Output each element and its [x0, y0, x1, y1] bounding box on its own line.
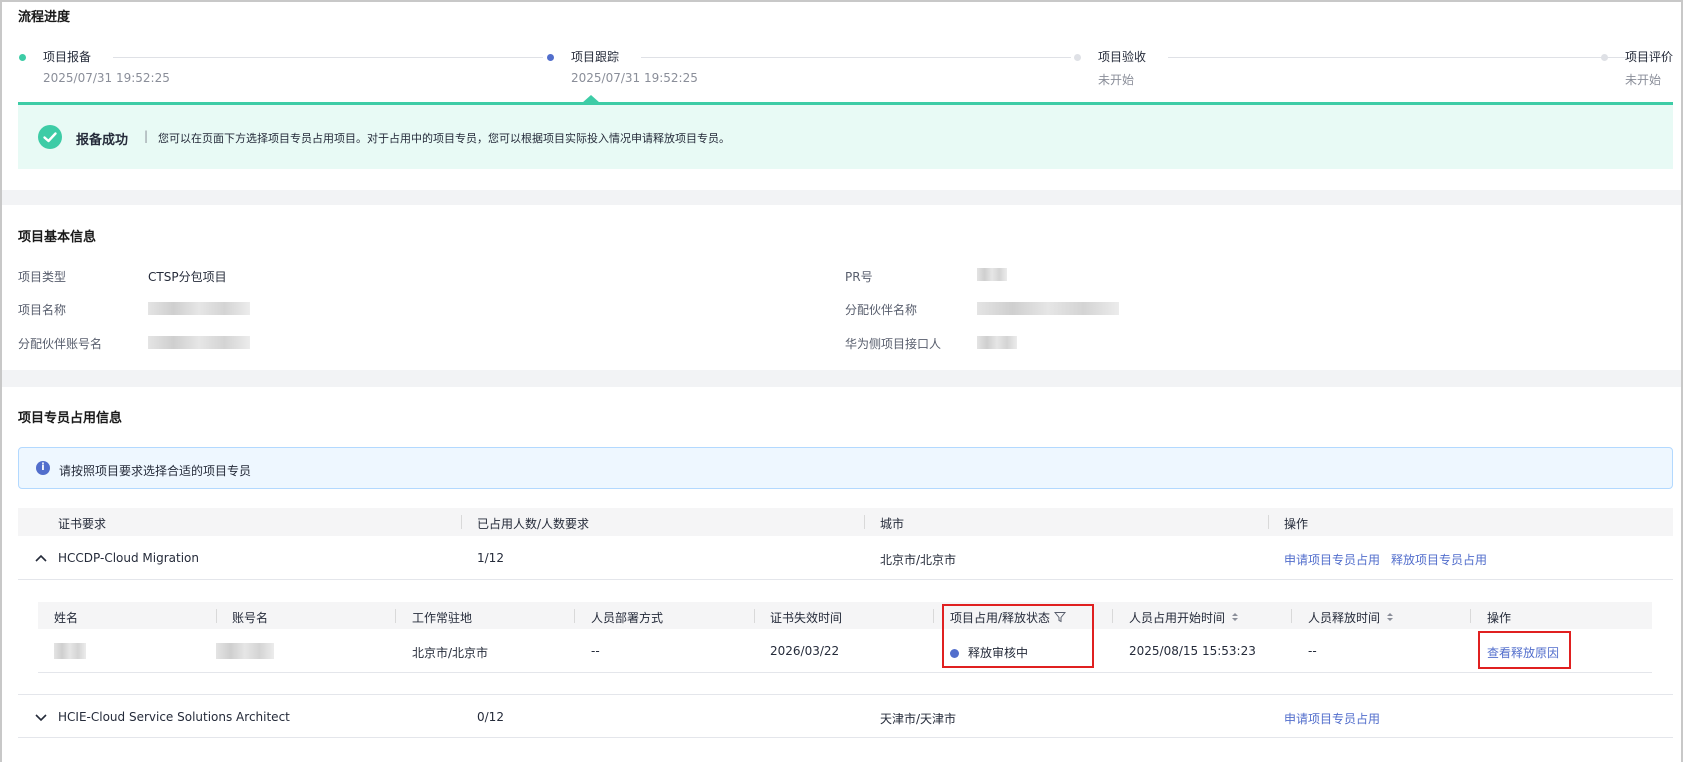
redacted-partner-account [148, 336, 250, 349]
success-banner: 报备成功 | 您可以在页面下方选择项目专员占用项目。对于占用中的项目专员，您可以… [18, 105, 1673, 169]
step-connector [641, 57, 1071, 58]
step-time: 未开始 [1098, 73, 1135, 87]
cert-table-header: 证书要求 已占用人数/人数要求 城市 操作 [18, 508, 1673, 536]
step-time: 2025/07/31 19:52:25 [43, 71, 170, 85]
col-divider [933, 609, 934, 623]
member-row: 北京市/北京市 -- 2026/03/22 释放审核中 2025/08/15 1… [38, 629, 1652, 673]
col-divider [461, 515, 462, 529]
sort-icon[interactable] [1229, 611, 1241, 626]
cert-city: 天津市/天津市 [880, 712, 957, 726]
success-description: 您可以在页面下方选择项目专员占用项目。对于占用中的项目专员，您可以根据项目实际投… [158, 132, 730, 145]
info-banner: i 请按照项目要求选择合适的项目专员 [18, 447, 1673, 489]
sort-icon[interactable] [1384, 611, 1396, 626]
apply-occupy-link[interactable]: 申请项目专员占用 [1284, 551, 1380, 568]
subcol-location: 工作常驻地 [412, 611, 473, 625]
redacted-member-account [216, 643, 274, 659]
action-highlight-box [1478, 631, 1571, 669]
member-location: 北京市/北京市 [412, 646, 489, 660]
page-frame: 流程进度 项目报备 2025/07/31 19:52:25 项目跟踪 2025/… [0, 0, 1683, 762]
redacted-project-name [148, 302, 250, 315]
col-count: 已占用人数/人数要求 [477, 517, 590, 531]
subcol-deploy: 人员部署方式 [591, 611, 664, 625]
col-action: 操作 [1284, 517, 1309, 531]
col-divider [1268, 515, 1269, 529]
subcol-start: 人员占用开始时间 [1129, 609, 1241, 626]
redacted-pr-number [977, 268, 1007, 281]
member-start-time: 2025/08/15 15:53:23 [1129, 644, 1256, 658]
col-divider [1291, 609, 1292, 623]
progress-title: 流程进度 [18, 10, 71, 25]
subcol-action: 操作 [1487, 611, 1512, 625]
info-text: 请按照项目要求选择合适的项目专员 [59, 464, 252, 478]
chevron-down-icon[interactable] [34, 710, 48, 724]
step-current-dot [547, 54, 554, 61]
col-city: 城市 [880, 517, 905, 531]
success-title: 报备成功 [76, 133, 129, 148]
step-time: 未开始 [1625, 73, 1662, 87]
basic-info-title: 项目基本信息 [18, 230, 97, 245]
cert-name: HCIE-Cloud Service Solutions Architect [58, 710, 290, 724]
step-connector [113, 57, 543, 58]
col-divider [574, 609, 575, 623]
members-title: 项目专员占用信息 [18, 411, 123, 426]
field-label-project-type: 项目类型 [18, 270, 67, 284]
members-card: 项目专员占用信息 i 请按照项目要求选择合适的项目专员 证书要求 已占用人数/人… [2, 387, 1681, 762]
subcol-start-label: 人员占用开始时间 [1129, 611, 1226, 625]
subcol-release-label: 人员释放时间 [1308, 611, 1381, 625]
member-expire: 2026/03/22 [770, 644, 840, 658]
col-divider [1112, 609, 1113, 623]
cert-count: 0/12 [477, 710, 504, 724]
col-divider [395, 609, 396, 623]
field-label-project-name: 项目名称 [18, 303, 67, 317]
step-done-dot [19, 54, 26, 61]
subcol-name: 姓名 [54, 611, 79, 625]
cert-name: HCCDP-Cloud Migration [58, 551, 199, 565]
col-divider [864, 515, 865, 529]
progress-card: 流程进度 项目报备 2025/07/31 19:52:25 项目跟踪 2025/… [2, 2, 1681, 190]
subcol-expire: 证书失效时间 [770, 611, 843, 625]
col-divider [1470, 609, 1471, 623]
step-name: 项目验收 [1098, 50, 1147, 64]
member-deploy: -- [591, 644, 600, 658]
apply-occupy-link[interactable]: 申请项目专员占用 [1284, 710, 1380, 727]
subcol-account: 账号名 [232, 611, 269, 625]
release-occupy-link[interactable]: 释放项目专员占用 [1391, 551, 1487, 568]
field-label-partner-account: 分配伙伴账号名 [18, 337, 103, 351]
member-release-time: -- [1308, 644, 1317, 658]
step-name: 项目跟踪 [571, 50, 620, 64]
field-label-pr-number: PR号 [845, 270, 873, 284]
subcol-release: 人员释放时间 [1308, 609, 1396, 626]
basic-info-card: 项目基本信息 项目类型 CTSP分包项目 项目名称 分配伙伴账号名 PR号 分配… [2, 205, 1681, 370]
redacted-member-name [54, 643, 86, 659]
success-separator: | [144, 129, 149, 143]
table-row: HCCDP-Cloud Migration 1/12 北京市/北京市 申请项目专… [18, 536, 1673, 580]
redacted-huawei-contact [977, 336, 1017, 349]
field-value-project-type: CTSP分包项目 [148, 270, 227, 284]
table-row: HCIE-Cloud Service Solutions Architect 0… [18, 694, 1673, 738]
step-connector [1168, 57, 1668, 58]
member-table-header: 姓名 账号名 工作常驻地 人员部署方式 证书失效时间 项目占用/释放状态 人员占… [38, 602, 1652, 629]
check-icon [38, 125, 62, 149]
info-icon: i [36, 461, 50, 475]
step-pending-dot [1601, 54, 1608, 61]
redacted-partner-name [977, 302, 1119, 315]
field-label-huawei-contact: 华为侧项目接口人 [845, 337, 942, 351]
step-time: 2025/07/31 19:52:25 [571, 71, 698, 85]
step-name: 项目报备 [43, 50, 92, 64]
col-divider [754, 609, 755, 623]
step-pending-dot [1074, 54, 1081, 61]
status-highlight-box [942, 604, 1094, 668]
cert-city: 北京市/北京市 [880, 553, 957, 567]
cert-count: 1/12 [477, 551, 504, 565]
col-divider [216, 609, 217, 623]
field-label-partner-name: 分配伙伴名称 [845, 303, 918, 317]
step-name: 项目评价 [1625, 50, 1674, 64]
col-cert: 证书要求 [58, 517, 107, 531]
chevron-up-icon[interactable] [34, 551, 48, 565]
